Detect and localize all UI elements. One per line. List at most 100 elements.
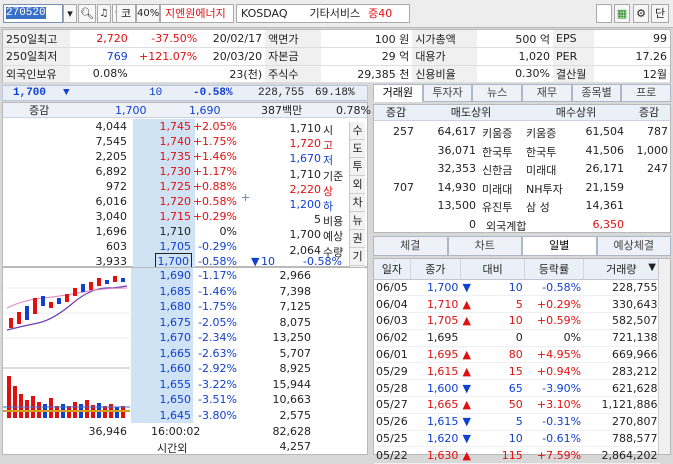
ask-price: 1,740 bbox=[159, 135, 192, 148]
daily-rate: -0.58% bbox=[524, 279, 584, 297]
broker-chg2: 247 bbox=[647, 162, 668, 175]
broker-tab[interactable]: 프로 bbox=[621, 84, 672, 102]
daily-close: 1,615 bbox=[410, 362, 461, 381]
broker-chg2: 1,000 bbox=[636, 143, 669, 157]
summary-label: 저 bbox=[323, 154, 334, 168]
speaker-icon[interactable]: ♫ bbox=[97, 4, 111, 23]
daily-row[interactable]: 05/22 1,630 ▲ 115 +7.59% 2,864,202 bbox=[374, 446, 660, 464]
daily-rate: -0.61% bbox=[524, 430, 584, 448]
daily-tab[interactable]: 차트 bbox=[447, 236, 522, 256]
bid-price[interactable]: 1,645 bbox=[160, 409, 192, 422]
broker-head-chg: 증감 bbox=[374, 105, 418, 121]
bid-price[interactable]: 1,690 bbox=[160, 269, 192, 282]
bid-price[interactable]: 1,680 bbox=[160, 300, 192, 313]
broker-tab[interactable]: 종목별 bbox=[571, 84, 622, 102]
ask-price: 1,735 bbox=[159, 150, 192, 163]
daily-row[interactable]: 05/27 1,665 ▲ 50 +3.10% 1,121,886 bbox=[374, 396, 660, 414]
broker-chg1: 257 bbox=[393, 125, 414, 138]
daily-change-value: 10 bbox=[508, 280, 523, 294]
info-cell: 2,720 bbox=[70, 30, 131, 48]
ask-qty: 603 bbox=[106, 240, 127, 253]
broker-tab[interactable]: 거래원 bbox=[373, 84, 423, 102]
daily-row[interactable]: 06/02 1,695 0 0% 721,138 bbox=[374, 329, 660, 347]
broker-tab[interactable]: 뉴스 bbox=[472, 84, 523, 102]
candle bbox=[49, 302, 53, 308]
bid-price[interactable]: 1,675 bbox=[160, 316, 192, 329]
dropdown-icon[interactable]: ▼ bbox=[648, 262, 656, 273]
daily-row[interactable]: 05/28 1,600 ▼ 65 -3.90% 621,628 bbox=[374, 379, 660, 398]
broker-sn: 키움증 bbox=[482, 127, 513, 140]
up-arrow-icon: ▲ bbox=[462, 348, 471, 362]
bid-price[interactable]: 1,665 bbox=[160, 347, 192, 360]
daily-row[interactable]: 06/03 1,705 ▲ 10 +0.59% 582,507 bbox=[374, 312, 660, 330]
broker-panel: 증감 매도상위 매수상위 증감 257 64,617 키움증 키움증 61,504 787… bbox=[373, 104, 671, 233]
daily-volume: 2,864,202 bbox=[583, 446, 660, 464]
bid-price[interactable]: 1,670 bbox=[160, 331, 192, 344]
daily-tab[interactable]: 예상체결 bbox=[596, 236, 671, 256]
scrollbar[interactable] bbox=[658, 259, 670, 454]
broker-bn: 한국투 bbox=[526, 145, 557, 159]
daily-row[interactable]: 05/25 1,620 ▼ 10 -0.61% 788,577 bbox=[374, 430, 660, 448]
daily-change: ▼ 65 bbox=[460, 379, 525, 398]
info-cell: 250일최저 bbox=[3, 47, 71, 66]
broker-bn: 미래대 bbox=[526, 164, 557, 177]
stock-name: 지엔원에너지 bbox=[160, 4, 234, 23]
single-order-button[interactable]: 단 bbox=[651, 4, 669, 23]
daily-header-row: 일자 종가 대비 등락률 거래량 bbox=[374, 259, 661, 280]
bid-price[interactable]: 1,685 bbox=[160, 285, 192, 298]
daily-row[interactable]: 06/01 1,695 ▲ 80 +4.95% 669,966 bbox=[374, 346, 660, 364]
summary-value: 1,670 bbox=[289, 152, 322, 166]
up-arrow-icon: ▲ bbox=[462, 398, 471, 412]
daily-rate: +7.59% bbox=[524, 446, 584, 464]
checkbox-icon[interactable] bbox=[596, 4, 612, 23]
bid-qty: 7,125 bbox=[279, 300, 312, 313]
broker-sn: 신한금 bbox=[482, 164, 513, 177]
order-book-footer-value: 36,946 bbox=[88, 425, 128, 438]
ask-price: 1,745 bbox=[159, 120, 192, 133]
daily-date: 05/25 bbox=[374, 430, 411, 448]
search-icon[interactable]: 🔍︎ bbox=[78, 4, 96, 23]
bid-rate: -2.05% bbox=[198, 315, 237, 329]
margin-ratio: 40% bbox=[136, 4, 160, 23]
bid-rate: -3.51% bbox=[198, 393, 237, 406]
daily-volume: 621,628 bbox=[583, 379, 660, 398]
daily-table-panel: 일자 종가 대비 등락률 거래량 06/05 1,700 ▼ 10 -0.58% 228,755 06… bbox=[373, 258, 671, 464]
dropdown-icon[interactable]: ▾ bbox=[63, 4, 77, 23]
bid-price[interactable]: 1,650 bbox=[160, 393, 192, 406]
ask-qty: 6,016 bbox=[95, 195, 128, 208]
stock-code-input[interactable]: 270520 bbox=[3, 4, 63, 23]
broker-tab[interactable]: 재무 bbox=[522, 84, 572, 102]
candle bbox=[113, 276, 117, 282]
daily-tab[interactable]: 체결 bbox=[373, 236, 448, 256]
ask-rate: +1.17% bbox=[192, 165, 237, 178]
info-cell: 12월 bbox=[594, 65, 670, 83]
ask-rate: +1.46% bbox=[192, 150, 237, 163]
grid-icon[interactable]: ▦ bbox=[614, 4, 630, 23]
candle bbox=[33, 298, 37, 314]
bid-price[interactable]: 1,655 bbox=[160, 378, 192, 391]
daily-row[interactable]: 05/29 1,615 ▲ 15 +0.94% 283,212 bbox=[374, 362, 660, 381]
candle bbox=[97, 278, 101, 286]
ask-qty: 4,044 bbox=[95, 120, 128, 133]
candle bbox=[41, 296, 45, 306]
daily-tab[interactable]: 일별 bbox=[522, 236, 597, 256]
daily-row[interactable]: 06/05 1,700 ▼ 10 -0.58% 228,755 bbox=[374, 279, 660, 297]
info-cell: 17.26 bbox=[594, 47, 670, 66]
gear-icon[interactable]: ⚙ bbox=[633, 4, 649, 23]
ask-row[interactable]: 3,040 1,715 +0.29% bbox=[3, 209, 367, 224]
crosshair-icon: + bbox=[241, 191, 251, 204]
up-arrow-icon: ▲ bbox=[462, 364, 471, 378]
daily-row[interactable]: 05/26 1,615 ▼ 5 -0.31% 270,807 bbox=[374, 413, 660, 431]
order-book-asks: 증감 1,700 1,690 387백만 0.78% 수도투외차뉴권기 4,04… bbox=[2, 102, 371, 352]
broker-tab[interactable]: 투자자 bbox=[422, 84, 473, 102]
volume-bar bbox=[19, 394, 23, 418]
daily-change: 0 bbox=[460, 329, 525, 347]
bid-price[interactable]: 1,660 bbox=[160, 362, 192, 375]
daily-close: 1,615 bbox=[410, 413, 461, 431]
bid-qty: 5,707 bbox=[279, 346, 312, 360]
ask-qty: 7,545 bbox=[95, 135, 128, 148]
bid-qty: 7,398 bbox=[279, 284, 312, 298]
ask-qty: 3,040 bbox=[95, 210, 128, 223]
daily-date: 05/26 bbox=[374, 413, 411, 431]
daily-row[interactable]: 06/04 1,710 ▲ 5 +0.29% 330,643 bbox=[374, 295, 660, 314]
